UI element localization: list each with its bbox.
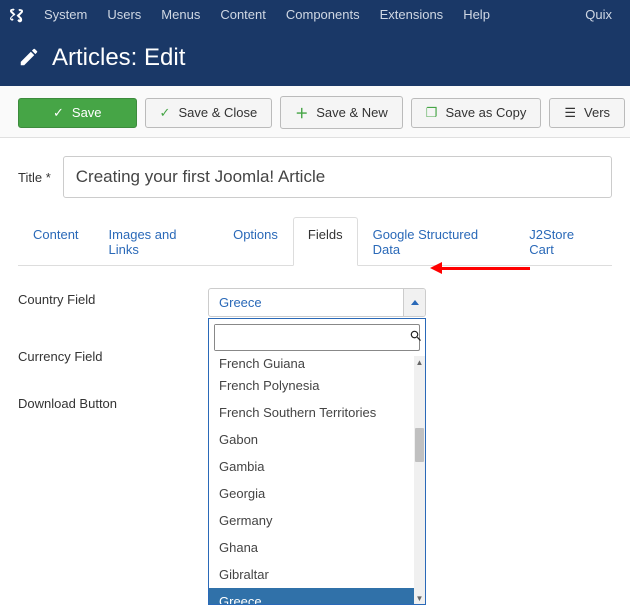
- tab-images-and-links[interactable]: Images and Links: [94, 217, 219, 266]
- tab-options[interactable]: Options: [218, 217, 293, 266]
- page-title: Articles: Edit: [52, 44, 185, 72]
- nav-components[interactable]: Components: [276, 0, 370, 30]
- dropdown-option[interactable]: Greece: [209, 588, 425, 604]
- save-new-button[interactable]: ＋ Save & New: [280, 96, 403, 129]
- title-input[interactable]: [63, 156, 612, 198]
- nav-menus[interactable]: Menus: [151, 0, 210, 30]
- content-area: Title * ContentImages and LinksOptionsFi…: [0, 138, 630, 457]
- save-close-button[interactable]: ✓ Save & Close: [145, 98, 273, 128]
- pencil-icon: [18, 46, 40, 71]
- nav-quix[interactable]: Quix: [575, 0, 622, 30]
- caret-up-icon: [403, 289, 425, 316]
- dropdown-option[interactable]: Germany: [209, 507, 425, 534]
- dropdown-option[interactable]: Gibraltar: [209, 561, 425, 588]
- nav-content[interactable]: Content: [210, 0, 276, 30]
- nav-users[interactable]: Users: [97, 0, 151, 30]
- fields-panel: Country Field Greece: [18, 266, 612, 411]
- versions-button[interactable]: ☰ Vers: [549, 98, 625, 128]
- check-icon: ✓: [160, 105, 171, 121]
- country-select[interactable]: Greece: [208, 288, 426, 317]
- dropdown-option[interactable]: Georgia: [209, 480, 425, 507]
- scroll-down-icon[interactable]: ▼: [414, 592, 425, 604]
- nav-extensions[interactable]: Extensions: [370, 0, 454, 30]
- scroll-up-icon[interactable]: ▲: [414, 356, 425, 368]
- tab-j2store-cart[interactable]: J2Store Cart: [514, 217, 612, 266]
- dropdown-scrollbar[interactable]: ▲ ▼: [414, 356, 425, 604]
- tab-fields[interactable]: Fields: [293, 217, 358, 266]
- top-nav: System Users Menus Content Components Ex…: [0, 0, 630, 30]
- currency-field-label: Currency Field: [18, 345, 208, 364]
- dropdown-option[interactable]: French Southern Territories: [209, 399, 425, 426]
- check-icon: ✓: [53, 105, 64, 121]
- dropdown-option[interactable]: Ghana: [209, 534, 425, 561]
- dropdown-search: [214, 324, 420, 351]
- copy-icon: ❐: [426, 105, 438, 121]
- country-select-value: Greece: [209, 289, 403, 316]
- download-button-label: Download Button: [18, 392, 208, 411]
- country-field-label: Country Field: [18, 288, 208, 317]
- toolbar: ✓ Save ✓ Save & Close ＋ Save & New ❐ Sav…: [0, 86, 630, 138]
- save-button[interactable]: ✓ Save: [18, 98, 137, 128]
- tab-google-structured-data[interactable]: Google Structured Data: [358, 217, 515, 266]
- tabs: ContentImages and LinksOptionsFieldsGoog…: [18, 216, 612, 266]
- tab-content[interactable]: Content: [18, 217, 94, 266]
- title-label: Title *: [18, 170, 51, 185]
- dropdown-option[interactable]: Gabon: [209, 426, 425, 453]
- country-field-control: Greece French GuianaFrench PolynesiaFr: [208, 288, 426, 317]
- dropdown-option[interactable]: Gambia: [209, 453, 425, 480]
- save-copy-button[interactable]: ❐ Save as Copy: [411, 98, 542, 128]
- title-row: Title *: [18, 156, 612, 198]
- nav-help[interactable]: Help: [453, 0, 500, 30]
- scroll-thumb[interactable]: [415, 428, 424, 462]
- dropdown-option[interactable]: French Polynesia: [209, 372, 425, 399]
- page-header: Articles: Edit: [0, 30, 630, 86]
- dropdown-search-input[interactable]: [215, 325, 403, 350]
- dropdown-option[interactable]: French Guiana: [209, 356, 425, 372]
- plus-icon: ＋: [295, 103, 308, 122]
- joomla-logo-icon[interactable]: [8, 7, 24, 23]
- search-icon: [403, 325, 429, 350]
- stack-icon: ☰: [564, 105, 576, 121]
- country-dropdown: French GuianaFrench PolynesiaFrench Sout…: [208, 318, 426, 605]
- nav-system[interactable]: System: [34, 0, 97, 30]
- dropdown-option-list: French GuianaFrench PolynesiaFrench Sout…: [209, 356, 425, 604]
